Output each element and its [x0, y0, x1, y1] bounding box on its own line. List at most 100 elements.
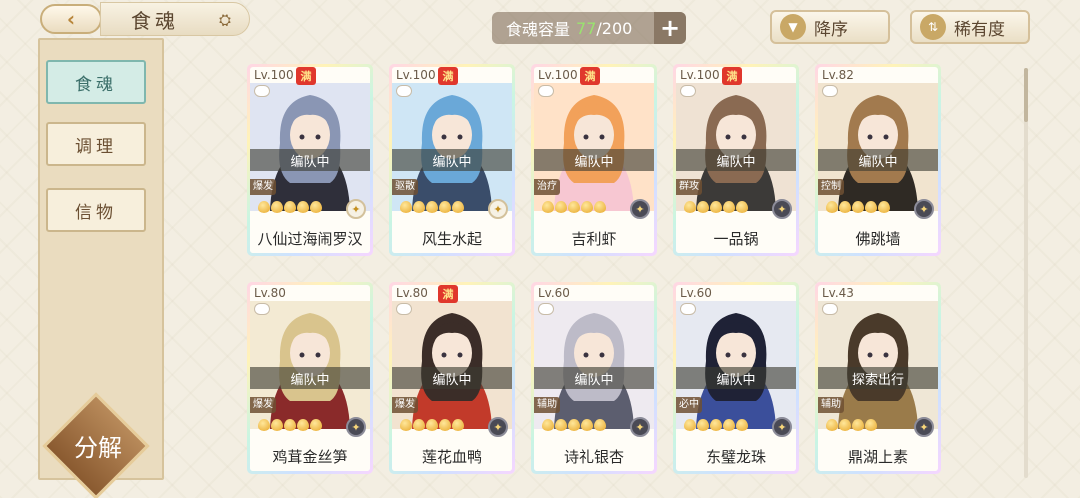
plus-icon: +	[659, 14, 681, 42]
status-banner: 编队中	[392, 149, 512, 171]
scrollbar-track[interactable]	[1024, 68, 1028, 478]
sort-descending-button[interactable]: ▼ 降序	[770, 10, 890, 44]
chat-bubble-icon	[396, 303, 412, 315]
sort-rarity-label: 稀有度	[954, 19, 1005, 40]
page-title: 食魂 ⛭	[100, 2, 250, 36]
food-soul-card[interactable]: Lv.80 满 编队中 爆发 ✦ 莲花血鸭	[389, 282, 515, 474]
max-level-badge: 满	[580, 67, 600, 85]
star-icon	[400, 201, 412, 213]
star-icon	[826, 419, 838, 431]
character-name: 鼎湖上素	[818, 441, 938, 471]
role-tag: 辅助	[818, 397, 844, 413]
star-icon	[594, 419, 606, 431]
level-label: Lv.43	[822, 286, 854, 300]
food-soul-card[interactable]: Lv.60 编队中 辅助 ✦ 诗礼银杏	[531, 282, 657, 474]
role-tag: 爆发	[392, 397, 418, 413]
star-icon	[413, 201, 425, 213]
food-soul-card[interactable]: Lv.80 编队中 爆发 ✦ 鸡茸金丝笋	[247, 282, 373, 474]
food-soul-card[interactable]: Lv.100 满 编队中 驱散 ✦ 风生水起	[389, 64, 515, 256]
star-icon	[684, 419, 696, 431]
star-icon	[284, 419, 296, 431]
sidebar-item-label: 调理	[75, 136, 117, 157]
element-icon: ✦	[488, 417, 508, 437]
food-soul-card[interactable]: Lv.100 满 编队中 群攻 ✦ 一品锅	[673, 64, 799, 256]
capacity-current: 77	[576, 18, 597, 38]
food-soul-card[interactable]: Lv.82 编队中 控制 ✦ 佛跳墙	[815, 64, 941, 256]
character-name: 佛跳墙	[818, 223, 938, 253]
star-icon	[581, 419, 593, 431]
star-icon	[555, 201, 567, 213]
sort-rarity-button[interactable]: ⇅ 稀有度	[910, 10, 1030, 44]
element-icon: ✦	[630, 199, 650, 219]
back-arrow-icon: ‹	[66, 7, 76, 31]
food-soul-card[interactable]: Lv.60 编队中 必中 ✦ 东璧龙珠	[673, 282, 799, 474]
max-level-badge: 满	[722, 67, 742, 85]
element-icon: ✦	[914, 417, 934, 437]
character-name: 东璧龙珠	[676, 441, 796, 471]
chat-bubble-icon	[396, 85, 412, 97]
level-label: Lv.100	[538, 68, 578, 82]
sidebar-item-tokens[interactable]: 信物	[46, 188, 146, 232]
element-icon: ✦	[630, 417, 650, 437]
star-icon	[852, 419, 864, 431]
element-icon: ✦	[914, 199, 934, 219]
capacity-max: 200	[601, 18, 633, 38]
star-rating	[684, 419, 748, 433]
star-rating	[826, 419, 877, 433]
star-icon	[297, 201, 309, 213]
star-icon	[426, 201, 438, 213]
chat-bubble-icon	[538, 303, 554, 315]
food-soul-card[interactable]: Lv.43 探索出行 辅助 ✦ 鼎湖上素	[815, 282, 941, 474]
star-icon	[310, 419, 322, 431]
star-icon	[826, 201, 838, 213]
chat-bubble-icon	[680, 303, 696, 315]
star-icon	[542, 201, 554, 213]
star-icon	[865, 419, 877, 431]
element-icon: ✦	[346, 199, 366, 219]
food-soul-card[interactable]: Lv.100 满 编队中 爆发 ✦ 八仙过海闹罗汉	[247, 64, 373, 256]
star-icon	[413, 419, 425, 431]
star-icon	[271, 201, 283, 213]
status-banner: 编队中	[250, 149, 370, 171]
star-icon	[439, 201, 451, 213]
role-tag: 必中	[676, 397, 702, 413]
character-name: 诗礼银杏	[534, 441, 654, 471]
scrollbar-thumb[interactable]	[1024, 68, 1028, 122]
element-icon: ✦	[772, 417, 792, 437]
sidebar-item-cooking[interactable]: 调理	[46, 122, 146, 166]
star-icon	[568, 419, 580, 431]
star-icon	[271, 419, 283, 431]
back-button[interactable]: ‹	[40, 4, 102, 34]
sidebar-item-food-soul[interactable]: 食魂	[46, 60, 146, 104]
level-label: Lv.80	[396, 286, 428, 300]
add-capacity-button[interactable]: +	[654, 12, 686, 44]
element-icon: ✦	[772, 199, 792, 219]
character-name: 八仙过海闹罗汉	[250, 223, 370, 253]
capacity-display: 食魂容量 77 / 200 +	[492, 12, 686, 44]
status-banner: 编队中	[676, 149, 796, 171]
star-icon	[452, 419, 464, 431]
star-rating	[684, 201, 748, 215]
chat-bubble-icon	[822, 85, 838, 97]
max-level-badge: 满	[296, 67, 316, 85]
star-icon	[839, 201, 851, 213]
star-icon	[865, 201, 877, 213]
food-soul-card[interactable]: Lv.100 满 编队中 治疗 ✦ 吉利虾	[531, 64, 657, 256]
star-icon	[594, 201, 606, 213]
star-icon	[542, 419, 554, 431]
chat-bubble-icon	[538, 85, 554, 97]
status-banner: 编队中	[392, 367, 512, 389]
status-banner: 编队中	[818, 149, 938, 171]
page-title-text: 食魂	[131, 8, 179, 33]
role-tag: 爆发	[250, 179, 276, 195]
star-icon	[452, 201, 464, 213]
role-tag: 辅助	[534, 397, 560, 413]
star-rating	[826, 201, 890, 215]
star-icon	[852, 201, 864, 213]
star-icon	[839, 419, 851, 431]
element-icon: ✦	[488, 199, 508, 219]
chat-bubble-icon	[254, 85, 270, 97]
star-rating	[542, 419, 606, 433]
star-icon	[439, 419, 451, 431]
character-name: 莲花血鸭	[392, 441, 512, 471]
